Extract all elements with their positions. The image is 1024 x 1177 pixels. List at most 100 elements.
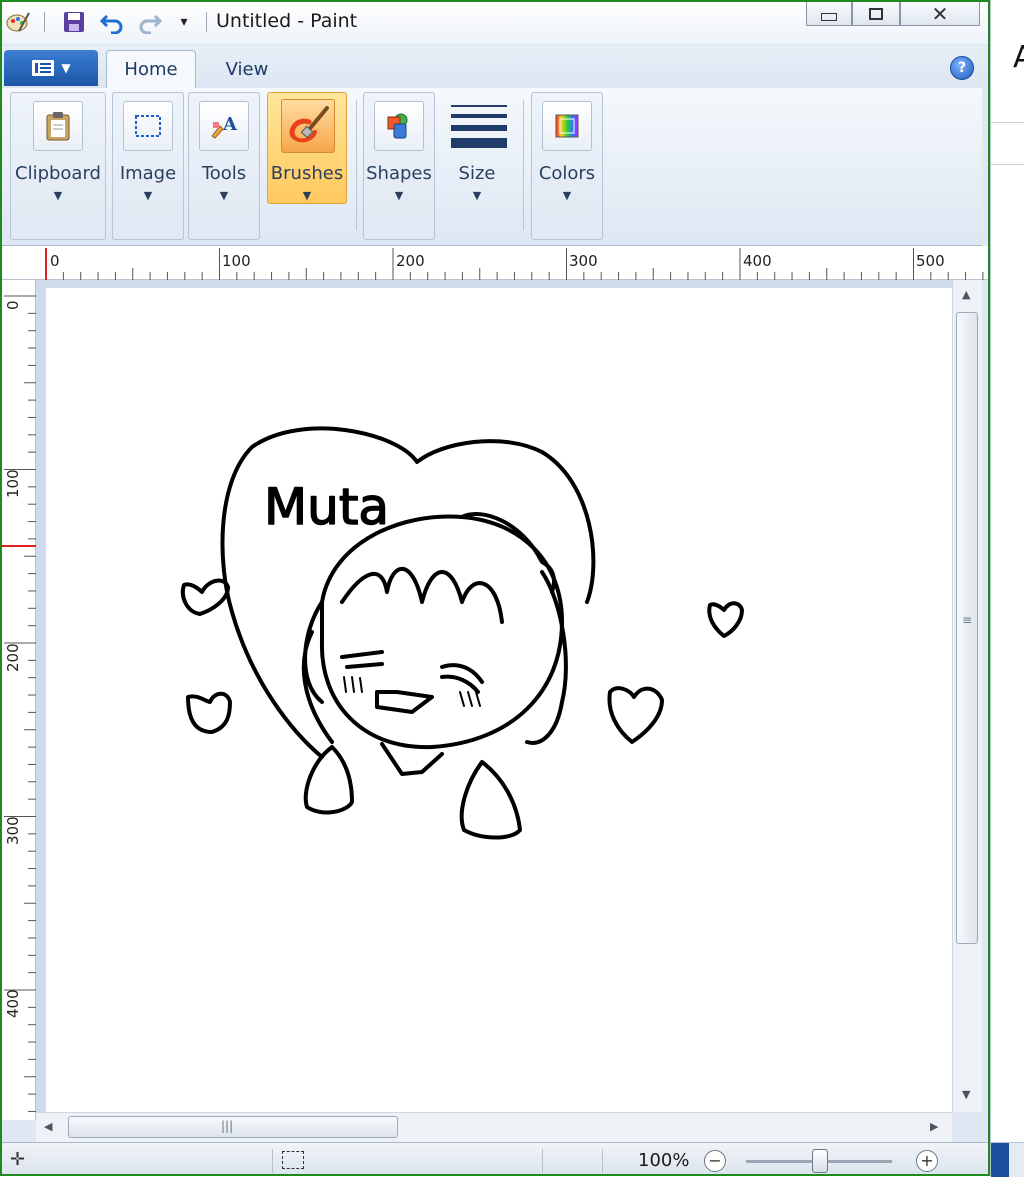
vruler-label-400: 400 [4, 989, 22, 1018]
ribbon-home-panel: Clipboard ▼ Image ▼ A Tools ▼ Brushes ▼ [2, 88, 982, 246]
tools-group[interactable]: A Tools ▼ [188, 92, 260, 240]
redo-icon[interactable] [136, 8, 164, 36]
status-bar: ✛ 100% − + [2, 1142, 988, 1174]
paint-window: ▾ Untitled - Paint ✕ ▼ Home View ? Clipb… [0, 0, 990, 1176]
tab-view[interactable]: View [202, 50, 292, 88]
help-icon[interactable]: ? [950, 56, 974, 80]
head-outline [319, 514, 564, 750]
tab-home[interactable]: Home [106, 50, 196, 88]
zoom-slider-thumb[interactable] [812, 1149, 828, 1173]
ribbon-separator [356, 100, 357, 230]
status-separator [602, 1149, 603, 1173]
window-title: Untitled - Paint [216, 10, 358, 32]
small-heart-3 [707, 601, 744, 638]
ruler-label-100: 100 [222, 252, 251, 270]
customize-quick-access-icon[interactable]: ▾ [170, 8, 198, 36]
zoom-out-button[interactable]: − [704, 1150, 726, 1172]
shapes-icon [374, 101, 424, 151]
grip-icon: ||| [221, 1119, 234, 1133]
chevron-down-icon: ▼ [394, 189, 404, 202]
drawing-canvas[interactable]: Muta [46, 288, 952, 1112]
size-group[interactable]: Size ▼ [441, 92, 513, 240]
chevron-down-icon: ▼ [302, 189, 312, 202]
ruler-label-400: 400 [743, 252, 772, 270]
vruler-label-100: 100 [4, 469, 22, 498]
svg-text:A: A [222, 114, 238, 135]
title-bar: ▾ Untitled - Paint ✕ [2, 2, 988, 44]
save-icon[interactable] [60, 8, 88, 36]
colors-label: Colors [538, 163, 596, 184]
image-group[interactable]: Image ▼ [112, 92, 184, 240]
chevron-down-icon: ▼ [53, 189, 63, 202]
chevron-down-icon: ▼ [61, 61, 71, 75]
pigtail-right [459, 760, 522, 840]
undo-icon[interactable] [98, 8, 126, 36]
horizontal-scroll-thumb[interactable]: ||| [68, 1116, 398, 1138]
shapes-group[interactable]: Shapes ▼ [363, 92, 435, 240]
mouth [375, 690, 434, 714]
clipboard-label: Clipboard [15, 163, 101, 184]
chevron-down-icon: ▼ [472, 189, 482, 202]
ruler-label-500: 500 [916, 252, 945, 270]
chevron-down-icon: ▼ [143, 189, 153, 202]
small-heart-1 [180, 578, 230, 616]
minimize-button[interactable] [806, 2, 852, 26]
zoom-in-button[interactable]: + [916, 1150, 938, 1172]
shapes-label: Shapes [366, 163, 432, 184]
left-eye [340, 650, 384, 669]
scroll-right-icon[interactable]: ▶ [930, 1120, 938, 1133]
ribbon-tab-bar: ▼ Home View ? [2, 46, 988, 88]
background-window-edge: A [990, 0, 1024, 1177]
clipboard-group[interactable]: Clipboard ▼ [10, 92, 106, 240]
zoom-level: 100% [638, 1150, 690, 1171]
vruler-label-0: 0 [4, 300, 22, 310]
menu-icon [32, 60, 55, 76]
select-icon [123, 101, 173, 151]
canvas-viewport: Muta [36, 280, 952, 1112]
blush-left [343, 676, 363, 693]
chevron-down-icon: ▼ [562, 189, 572, 202]
selection-size-icon [282, 1151, 304, 1169]
scroll-down-icon[interactable]: ▼ [962, 1088, 970, 1101]
restore-icon [869, 7, 883, 20]
colors-icon [542, 101, 592, 151]
restore-button[interactable] [852, 2, 900, 26]
close-button[interactable]: ✕ [900, 2, 980, 26]
hair-bangs [340, 566, 504, 624]
scroll-up-icon[interactable]: ▲ [962, 288, 970, 301]
status-separator [272, 1149, 273, 1173]
grip-icon: ≡ [962, 613, 973, 627]
handwritten-text: Muta [264, 478, 389, 536]
size-label: Size [458, 163, 496, 184]
small-heart-4 [607, 686, 664, 744]
brushes-label: Brushes [270, 163, 344, 184]
title-separator [206, 12, 207, 32]
tools-icon: A [199, 101, 249, 151]
vertical-scroll-thumb[interactable]: ≡ [956, 312, 978, 944]
paint-menu-button[interactable]: ▼ [4, 50, 98, 86]
brushes-group[interactable]: Brushes ▼ [267, 92, 347, 204]
ruler-label-0: 0 [50, 252, 60, 270]
pigtail-left [303, 745, 354, 815]
hair-left [301, 600, 334, 744]
colors-group[interactable]: Colors ▼ [531, 92, 603, 240]
drawing: Muta [180, 426, 744, 840]
paint-app-icon[interactable] [4, 8, 32, 36]
vertical-ruler: 0 100 200 300 400 [2, 280, 36, 1120]
background-window-glyph: A [1013, 40, 1024, 75]
brush-icon [281, 99, 335, 153]
horizontal-ruler-ticks [45, 248, 984, 280]
blush-right [459, 691, 481, 707]
vruler-label-300: 300 [4, 816, 22, 845]
horizontal-ruler: 0 100 200 300 400 500 [2, 246, 988, 280]
close-icon: ✕ [931, 1, 949, 26]
background-taskbar-fragment [991, 1142, 1024, 1177]
scroll-left-icon[interactable]: ◀ [44, 1120, 52, 1133]
vruler-label-200: 200 [4, 643, 22, 672]
horizontal-scrollbar[interactable]: ◀ ||| ▶ [36, 1112, 952, 1142]
clipboard-icon [33, 101, 83, 151]
background-divider [991, 122, 1024, 123]
tools-label: Tools [201, 163, 247, 184]
vertical-scrollbar[interactable]: ▲ ≡ ▼ [952, 280, 982, 1112]
status-separator [542, 1149, 543, 1173]
